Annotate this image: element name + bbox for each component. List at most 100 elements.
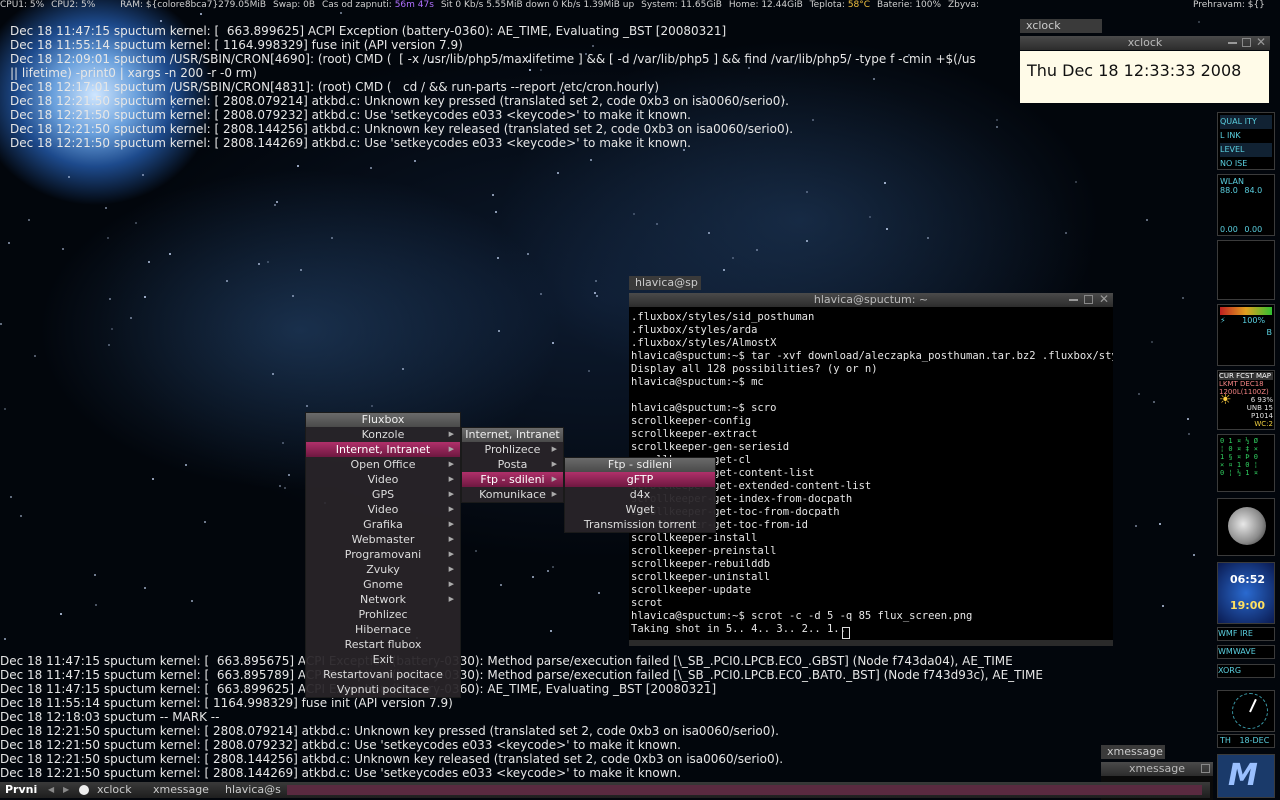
wifi-quality-dockapp[interactable]: QUAL ITY L INK LEVEL NO ISE	[1217, 112, 1275, 170]
star	[552, 342, 554, 344]
date-dockapp[interactable]: TH 18-DEC	[1217, 734, 1275, 748]
terminal-tab[interactable]: hlavica@sp	[629, 276, 701, 290]
menu-item[interactable]: Internet, Intranet ▶	[306, 442, 460, 457]
menu-item[interactable]: Ftp - sdileni ▶	[462, 472, 563, 487]
terminal-line: scrollkeeper-config	[631, 415, 752, 427]
menu-item[interactable]: d4x	[565, 487, 715, 502]
menu-item[interactable]: Video ▶	[306, 472, 460, 487]
terminal-line: scrollkeeper-preinstall	[631, 545, 777, 557]
empty-dockapp[interactable]	[1217, 240, 1275, 300]
xmessage-tab[interactable]: xmessage	[1101, 745, 1165, 759]
close-icon[interactable]: ✕	[1099, 293, 1109, 305]
menu-item[interactable]: Hibernace	[306, 622, 460, 637]
menu-item-label: Prohlizece	[484, 443, 541, 456]
star	[927, 237, 929, 239]
star	[258, 263, 260, 265]
menu-item[interactable]: Prohlizec	[306, 607, 460, 622]
star	[108, 344, 110, 346]
wlan-dockapp[interactable]: WLAN 88.0 84.0 0.00 0.00	[1217, 174, 1275, 236]
star	[226, 280, 228, 282]
date-label: 18-DEC	[1239, 736, 1270, 745]
ftp-submenu: Ftp - sdileni gFTP d4x Wget Transmission to…	[564, 457, 716, 533]
menu-item[interactable]: Open Office ▶	[306, 457, 460, 472]
menu-item[interactable]: GPS ▶	[306, 487, 460, 502]
fluxbox-logo-dockapp[interactable]: M	[1217, 754, 1275, 798]
net-readout: Sit 0 Kb/s 5.55MiB down 0 Kb/s 1.39MiB u…	[440, 0, 635, 10]
star	[884, 182, 886, 184]
star	[60, 613, 62, 615]
next-workspace-icon[interactable]: ▶	[63, 782, 69, 798]
analog-clock-dockapp[interactable]	[1217, 690, 1275, 732]
menu-item[interactable]: Restartovani pocitace	[306, 667, 460, 682]
xmessage-titlebar[interactable]: xmessage	[1101, 762, 1213, 776]
taskbar-item-xmessage[interactable]: xmessage	[153, 782, 209, 798]
maximize-icon[interactable]	[1242, 38, 1251, 47]
menu-item[interactable]: Webmaster ▶	[306, 532, 460, 547]
xclock-titlebar[interactable]: xclock ✕	[1020, 36, 1270, 50]
prev-workspace-icon[interactable]: ◀	[48, 782, 54, 798]
star	[806, 240, 808, 242]
weather-dockapp[interactable]: CUR FCST MAP LKMT DEC18 1200L(1100Z) ☀ 6…	[1217, 370, 1275, 430]
menu-item[interactable]: Posta ▶	[462, 457, 563, 472]
menu-item[interactable]: Transmission torrent	[565, 517, 715, 532]
terminal-line: hlavica@spuctum:~$ mc	[631, 376, 764, 388]
menu-item[interactable]: Prohlizece ▶	[462, 442, 563, 457]
menu-item[interactable]: Vypnuti pocitace	[306, 682, 460, 697]
menu-item[interactable]: Exit	[306, 652, 460, 667]
terminal-line: scrollkeeper-install	[631, 532, 758, 544]
menu-item-label: Posta	[497, 458, 528, 471]
star	[500, 584, 502, 586]
taskbar-item-terminal[interactable]: hlavica@s	[225, 782, 281, 798]
menu-item[interactable]: Zvuky ▶	[306, 562, 460, 577]
wmwave-label[interactable]: WMWAVE	[1217, 645, 1275, 659]
weather-tabs[interactable]: CUR FCST MAP	[1219, 372, 1273, 380]
menu-item-label: Internet, Intranet	[335, 443, 431, 456]
terminal-line: scrot	[631, 597, 663, 609]
star	[547, 570, 549, 572]
star	[105, 207, 107, 209]
battery-b-label: B	[1266, 328, 1273, 337]
menu-item-label: Grafika	[363, 518, 403, 531]
star	[497, 257, 499, 259]
sun-times-dockapp[interactable]: 06:52 19:00	[1217, 562, 1275, 624]
desktop-log-top: Dec 18 11:47:15 spuctum kernel: [ 663.89…	[10, 24, 1020, 150]
terminal-titlebar[interactable]: hlavica@spuctum: ~ ✕	[629, 293, 1113, 307]
star	[152, 478, 154, 480]
menu-item[interactable]: Konzole ▶	[306, 427, 460, 442]
menu-item[interactable]: gFTP	[565, 472, 715, 487]
star	[272, 373, 274, 375]
maximize-icon[interactable]	[1201, 764, 1210, 773]
moon-phase-dockapp[interactable]	[1217, 498, 1275, 556]
menu-item[interactable]: Gnome ▶	[306, 577, 460, 592]
terminal-line: hlavica@spuctum:~$ scrot -c -d 5 -q 85 f…	[631, 610, 973, 622]
terminal-bottom-bar	[629, 640, 1113, 646]
star	[723, 269, 725, 271]
wmfire-label[interactable]: WMF IRE	[1217, 627, 1275, 641]
matrix-dockapp[interactable]: 0 1 ¤ ½ Ø ¦ 0 ¤ ‡ × 1 § ¤ Þ 0 × ¤ 1 0 ¦ 0 ¦ …	[1217, 434, 1275, 492]
menu-item[interactable]: Wget	[565, 502, 715, 517]
menu-item[interactable]: Restart flubox	[306, 637, 460, 652]
menu-item[interactable]: Grafika ▶	[306, 517, 460, 532]
taskbar-empty-area[interactable]	[287, 785, 1202, 795]
star	[300, 269, 302, 271]
xorg-label[interactable]: XORG	[1217, 664, 1275, 678]
menu-item[interactable]: Programovani ▶	[306, 547, 460, 562]
menu-title: Fluxbox	[306, 413, 460, 427]
sunset-time: 19:00	[1230, 599, 1266, 612]
uptime-label: Cas od zapnuti:	[321, 0, 392, 10]
log-line: Dec 18 12:21:50 spuctum kernel: [ 2808.1…	[10, 122, 794, 136]
star	[340, 12, 342, 14]
minimize-icon[interactable]	[1069, 299, 1078, 301]
maximize-icon[interactable]	[1084, 295, 1093, 304]
menu-item[interactable]: Network ▶	[306, 592, 460, 607]
menu-item[interactable]: Video ▶	[306, 502, 460, 517]
minimize-icon[interactable]	[1228, 42, 1237, 44]
menu-item[interactable]: Komunikace ▶	[462, 487, 563, 502]
taskbar-item-xclock[interactable]: xclock	[97, 782, 132, 798]
close-icon[interactable]: ✕	[1256, 36, 1266, 48]
xclock-tab[interactable]: xclock	[1020, 19, 1102, 33]
matrix-glyphs-icon: 0 1 ¤ ½ Ø ¦ 0 ¤ ‡ × 1 § ¤ Þ 0 × ¤ 1 0 ¦ 0 ¦ …	[1220, 437, 1258, 477]
battery-dockapp[interactable]: ⚡ 100% B	[1217, 304, 1275, 366]
log-line: Dec 18 12:21:50 spuctum kernel: [ 2808.1…	[0, 752, 784, 766]
workspace-name[interactable]: Prvni	[5, 782, 37, 798]
